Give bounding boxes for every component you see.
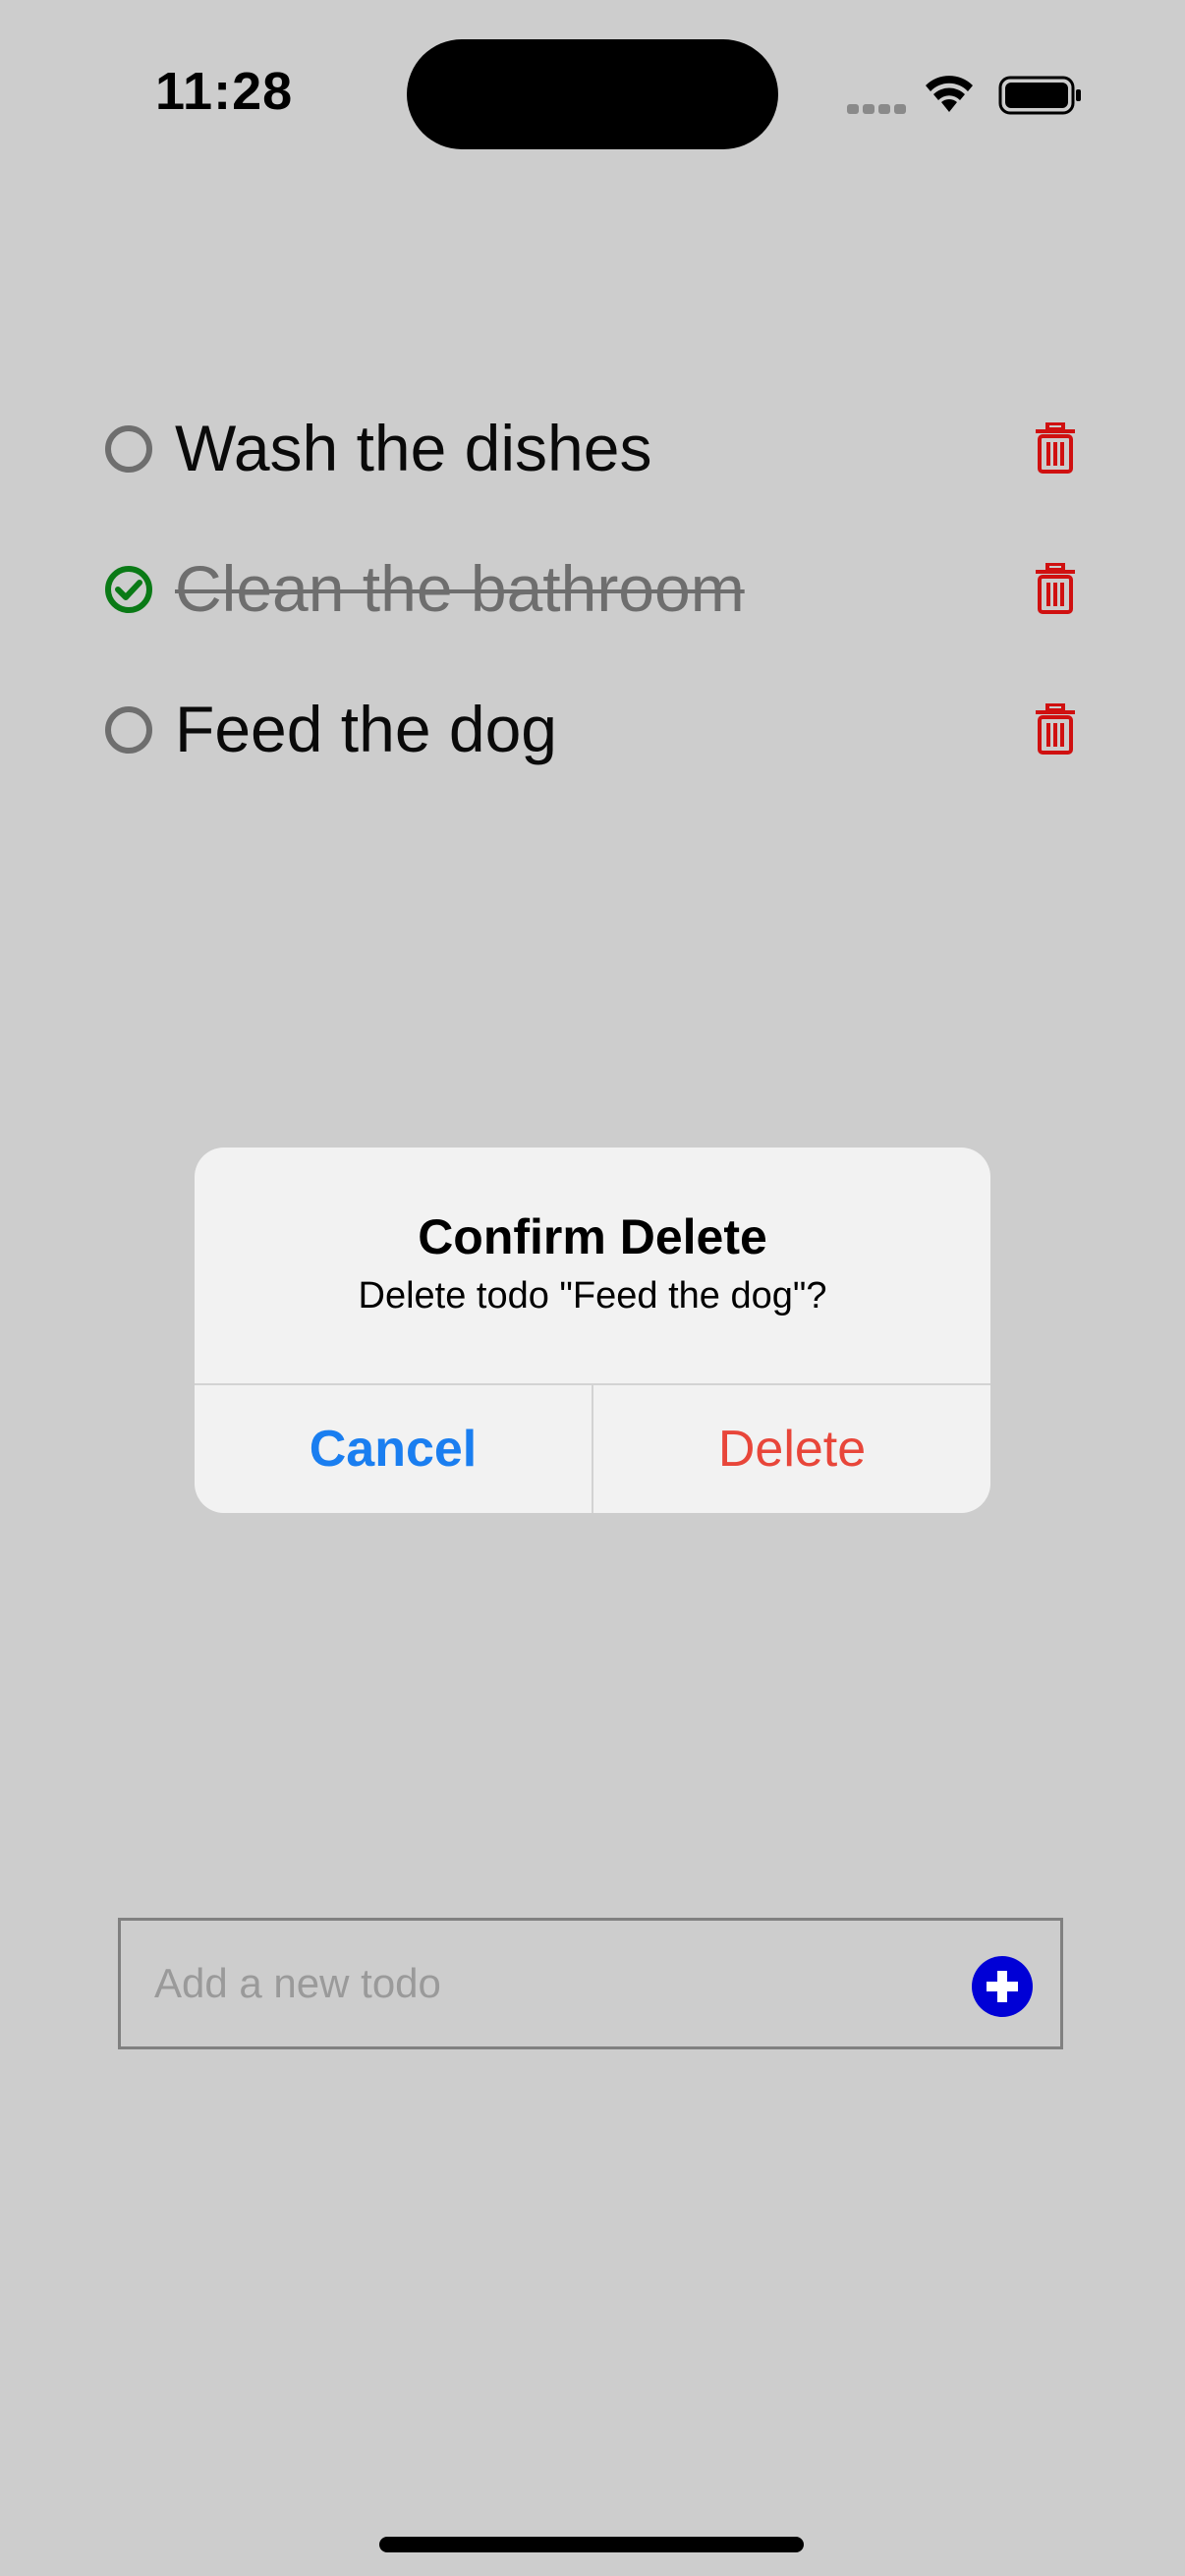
delete-button[interactable]: Delete [593,1385,990,1513]
confirm-delete-dialog: Confirm Delete Delete todo "Feed the dog… [195,1148,990,1513]
circle-icon[interactable] [104,705,153,755]
status-bar: 11:28 [0,0,1185,196]
dynamic-island [407,39,778,149]
home-indicator [379,2537,804,2552]
battery-icon [998,76,1081,115]
circle-icon[interactable] [104,424,153,474]
plus-circle-icon[interactable] [972,1956,1033,2017]
trash-icon[interactable] [1034,703,1077,755]
trash-icon[interactable] [1034,563,1077,614]
cellular-signal-icon [847,104,906,114]
add-todo-input[interactable]: Add a new todo [154,1960,441,2007]
todo-label[interactable]: Wash the dishes [175,413,651,484]
todo-label[interactable]: Feed the dog [175,694,557,765]
todo-item: Clean the bathroom [0,524,1185,651]
todo-label[interactable]: Clean the bathroom [175,553,745,625]
add-todo-row: Add a new todo [118,1918,1063,2049]
dialog-title: Confirm Delete [418,1209,767,1264]
trash-icon[interactable] [1034,422,1077,474]
check-circle-icon[interactable] [104,565,153,614]
todo-item: Feed the dog [0,664,1185,792]
cancel-button[interactable]: Cancel [195,1385,592,1513]
wifi-icon [926,76,973,112]
dialog-message: Delete todo "Feed the dog"? [358,1275,827,1316]
todo-item: Wash the dishes [0,383,1185,511]
status-time: 11:28 [155,62,294,121]
